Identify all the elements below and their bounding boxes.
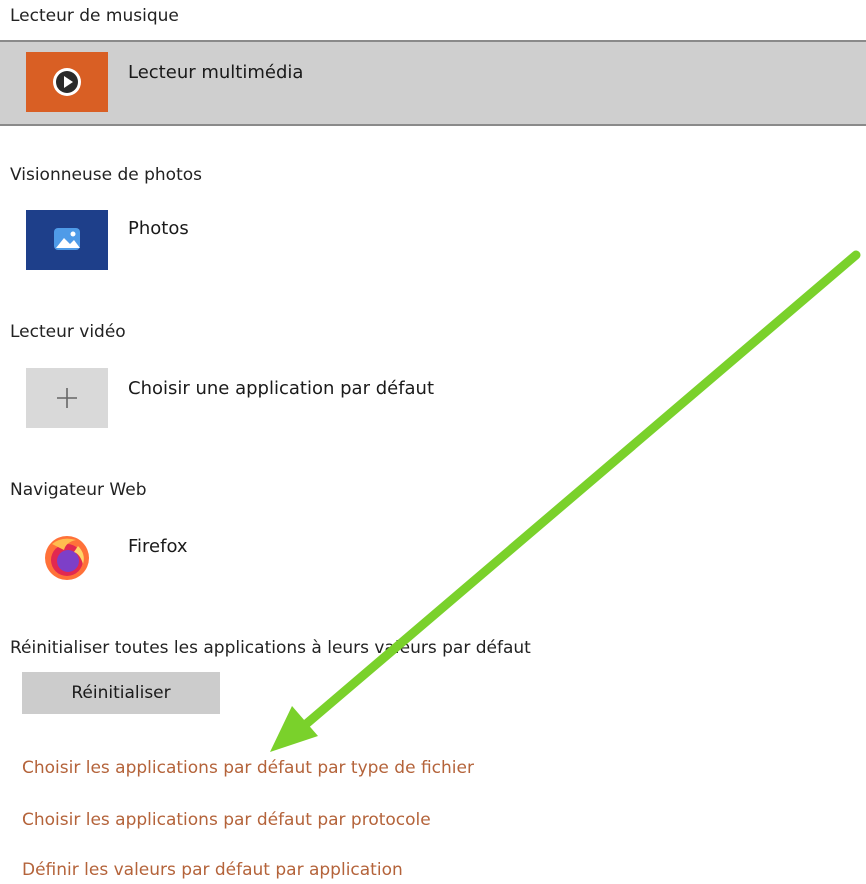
photos-icon [26, 210, 108, 270]
default-app-music-player[interactable]: Lecteur multimédia [0, 40, 866, 126]
link-defaults-by-protocol[interactable]: Choisir les applications par défaut par … [22, 810, 431, 830]
firefox-icon [26, 528, 108, 588]
section-label-browser: Navigateur Web [10, 480, 147, 500]
section-label-photos: Visionneuse de photos [10, 165, 203, 185]
app-name-firefox: Firefox [128, 536, 188, 557]
plus-icon [26, 368, 108, 428]
reset-button[interactable]: Réinitialiser [22, 672, 220, 714]
link-defaults-by-app[interactable]: Définir les valeurs par défaut par appli… [22, 860, 403, 880]
app-name-photos: Photos [128, 218, 189, 239]
annotation-arrow [270, 250, 861, 752]
default-app-browser[interactable]: Firefox [0, 518, 866, 598]
default-app-photos[interactable]: Photos [0, 200, 866, 280]
link-defaults-by-file-type[interactable]: Choisir les applications par défaut par … [22, 758, 474, 778]
app-name-choose-default: Choisir une application par défaut [128, 378, 435, 399]
default-app-video-choose[interactable]: Choisir une application par défaut [0, 360, 866, 440]
media-player-icon [26, 52, 108, 112]
app-name-media-player: Lecteur multimédia [128, 62, 304, 83]
reset-label: Réinitialiser toutes les applications à … [10, 638, 531, 658]
section-label-music: Lecteur de musique [10, 6, 179, 26]
section-label-video: Lecteur vidéo [10, 322, 126, 342]
